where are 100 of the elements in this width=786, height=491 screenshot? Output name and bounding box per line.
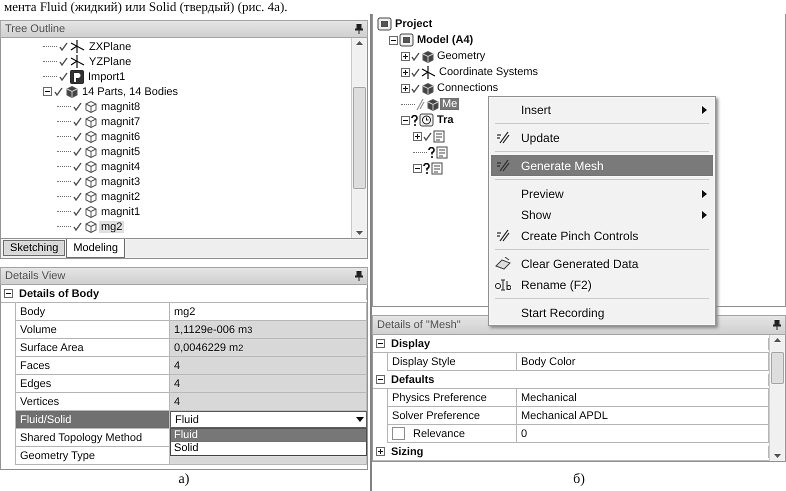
property-value: 4 (170, 375, 367, 392)
cube-icon (84, 205, 97, 218)
scroll-thumb[interactable] (353, 87, 366, 189)
menu-item[interactable]: Create Pinch Controls (491, 225, 713, 246)
collapse-icon[interactable] (389, 36, 398, 44)
tree-item[interactable]: magnit4 (99, 160, 142, 172)
dropdown-arrow-icon[interactable] (356, 417, 364, 422)
mesh-icon (496, 159, 510, 172)
cube-icon (84, 190, 97, 203)
panel-title: Details View (5, 270, 66, 282)
property-label: Relevance (413, 428, 465, 440)
property-value: 4 (170, 357, 367, 374)
collapse-icon[interactable] (376, 339, 384, 348)
collapse-icon[interactable] (401, 116, 410, 124)
scroll-down-icon[interactable] (774, 454, 781, 458)
tree-item[interactable]: magnit7 (99, 116, 142, 128)
axes-icon (70, 55, 85, 68)
cube-icon (421, 82, 434, 94)
tree-item[interactable]: 14 Parts, 14 Bodies (80, 86, 180, 98)
cube-icon (65, 85, 78, 98)
collapse-icon[interactable] (413, 164, 422, 172)
dropdown-field[interactable]: Fluid (170, 411, 367, 428)
expand-icon[interactable] (401, 68, 410, 76)
document-icon (431, 162, 443, 174)
cube-icon (84, 160, 97, 173)
scroll-up-icon[interactable] (774, 338, 781, 342)
menu-item[interactable]: Rename (F2) (491, 274, 713, 295)
checkbox[interactable] (392, 427, 405, 440)
mesh-icon (496, 229, 510, 242)
expand-icon[interactable] (401, 52, 410, 60)
panel-title: Tree Outline (5, 23, 66, 35)
cube-icon (426, 98, 439, 110)
menu-item[interactable]: Update (491, 127, 713, 148)
tree-item[interactable]: magnit2 (99, 190, 142, 202)
cube-icon (84, 130, 97, 143)
submenu-arrow-icon (702, 190, 707, 198)
clock-icon (419, 113, 434, 127)
scroll-thumb[interactable] (771, 352, 784, 384)
property-label: Fluid/Solid (16, 411, 170, 428)
scroll-down-icon[interactable] (356, 231, 363, 235)
tree-item[interactable]: Tra (435, 114, 456, 126)
menu-item[interactable]: Preview (491, 183, 713, 204)
collapse-icon[interactable] (4, 289, 12, 298)
tree-item[interactable]: magnit8 (99, 100, 142, 112)
eraser-icon (495, 257, 511, 270)
cube-icon (421, 50, 434, 62)
tab[interactable]: Modeling (66, 239, 125, 258)
tree-item[interactable]: Project (393, 18, 434, 30)
tree-item[interactable]: magnit3 (99, 176, 142, 188)
tree-item[interactable]: ZXPlane (87, 40, 134, 52)
tree-item[interactable]: Geometry (435, 50, 488, 62)
cube-icon (84, 100, 97, 113)
scrollbar[interactable] (769, 335, 785, 461)
dropdown-option[interactable]: Fluid (171, 429, 366, 442)
submenu-arrow-icon (702, 106, 707, 114)
pin-icon[interactable] (773, 320, 781, 330)
tree-item[interactable]: Me (440, 98, 460, 110)
figure-caption: а) (178, 472, 190, 487)
cube-icon (84, 220, 97, 233)
mesh-icon (496, 131, 510, 144)
document-icon (436, 146, 448, 158)
tab[interactable]: Sketching (3, 240, 66, 256)
expand-icon[interactable] (401, 84, 410, 92)
tree-item[interactable]: magnit6 (99, 130, 142, 142)
axes-icon (70, 40, 85, 53)
tree-item[interactable]: magnit5 (99, 146, 142, 158)
tree-item[interactable]: YZPlane (87, 56, 134, 68)
tree-item[interactable]: Import1 (86, 70, 128, 82)
axes-icon (421, 66, 436, 78)
folder-icon (399, 33, 414, 47)
menu-item[interactable]: Clear Generated Data (491, 253, 713, 274)
scrollbar[interactable] (351, 38, 367, 238)
menu-item[interactable]: Show (491, 204, 713, 225)
menu-item[interactable]: Start Recording (491, 302, 713, 323)
tree-item[interactable]: magnit1 (99, 206, 142, 218)
cube-icon (84, 145, 97, 158)
document-icon (433, 130, 445, 142)
menu-item[interactable]: Insert (491, 99, 713, 120)
panel-title: Details of "Mesh" (377, 319, 461, 331)
tree-item[interactable]: Coordinate Systems (437, 66, 540, 78)
collapse-icon[interactable] (376, 375, 384, 384)
tree-item[interactable]: Connections (435, 82, 500, 94)
text-cursor-icon (495, 278, 511, 290)
collapse-icon[interactable] (43, 87, 52, 96)
property-value: 4 (170, 393, 367, 410)
cube-icon (84, 175, 97, 188)
cube-icon (84, 115, 97, 128)
lightning-icon (416, 98, 425, 110)
import-icon (70, 70, 84, 84)
figure-caption: б) (573, 472, 585, 487)
body-text: мента Fluid (жидкий) или Solid (твердый) (рис. 4а). (3, 0, 289, 14)
pin-icon[interactable] (355, 271, 363, 281)
scroll-up-icon[interactable] (356, 41, 363, 45)
expand-icon[interactable] (413, 132, 422, 140)
submenu-arrow-icon (702, 210, 707, 218)
expand-icon[interactable] (376, 447, 384, 456)
tree-item[interactable]: Model (A4) (415, 34, 476, 46)
tree-item[interactable]: mg2 (99, 220, 124, 232)
menu-item[interactable]: Generate Mesh (491, 155, 713, 176)
pin-icon[interactable] (355, 24, 363, 34)
